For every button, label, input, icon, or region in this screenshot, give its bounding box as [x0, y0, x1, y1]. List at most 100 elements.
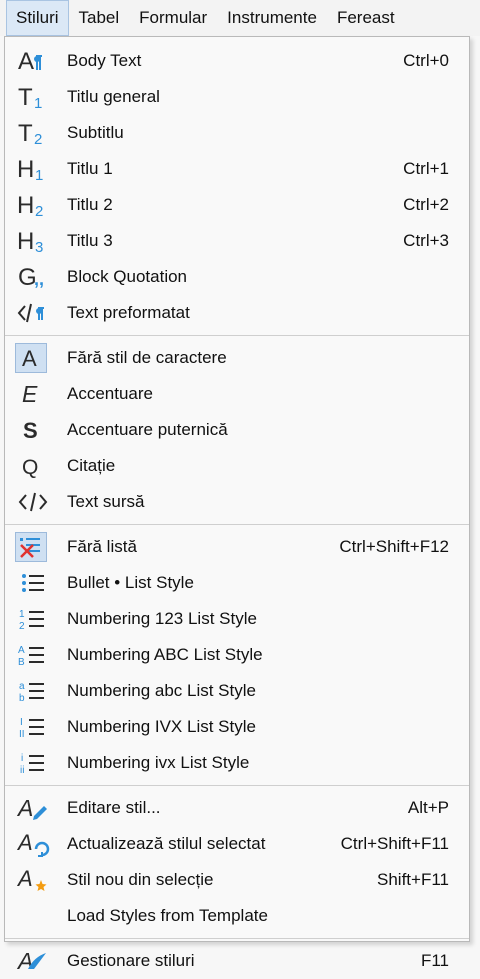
menu-tabel[interactable]: Tabel: [69, 0, 130, 36]
menu-fereastra-label: Fereast: [336, 8, 395, 27]
menu-item-label: Citație: [67, 456, 116, 475]
svg-text:T: T: [18, 84, 33, 111]
menu-item-label: Titlu general: [67, 87, 160, 106]
menu-item-text-preformatat[interactable]: Text preformatat: [5, 295, 469, 331]
svg-text:I: I: [20, 717, 23, 728]
source-text-icon: [13, 487, 53, 517]
svg-text:1: 1: [35, 167, 43, 183]
menu-item-label: Load Styles from Template: [67, 906, 268, 925]
menu-item-numbering-ivx-lower[interactable]: i ii Numbering ivx List Style: [5, 745, 469, 781]
svg-text:1: 1: [19, 609, 25, 620]
menu-item-label: Actualizează stilul selectat: [67, 834, 266, 853]
svg-text:A: A: [16, 948, 33, 974]
menu-formular[interactable]: Formular: [129, 0, 217, 36]
menu-item-accentuare-puternica[interactable]: S Accentuare puternică: [5, 412, 469, 448]
menu-item-label: Gestionare stiluri: [67, 951, 195, 970]
svg-text:H: H: [17, 228, 34, 255]
menu-item-block-quotation[interactable]: G,, Block Quotation: [5, 259, 469, 295]
svg-text:,,: ,,: [34, 269, 44, 289]
numbering-123-icon: 12: [13, 604, 53, 634]
update-style-icon: A: [13, 829, 53, 859]
menu-item-load-styles[interactable]: Load Styles from Template: [5, 898, 469, 934]
shortcut-text: Ctrl+3: [403, 231, 449, 250]
menu-item-bullet-list[interactable]: Bullet • List Style: [5, 565, 469, 601]
shortcut-text: Ctrl+Shift+F12: [339, 537, 449, 556]
menu-item-subtitlu[interactable]: T2 Subtitlu: [5, 115, 469, 151]
svg-text:A: A: [18, 48, 34, 75]
svg-text:A: A: [18, 645, 25, 656]
no-list-icon: [15, 532, 47, 562]
numbering-ivx-upper-icon: I II: [13, 712, 53, 742]
menu-stiluri-label: Stiluri: [16, 8, 59, 27]
menu-separator: [5, 785, 469, 786]
title-icon: T1: [13, 82, 53, 112]
styles-dropdown-menu: A Body Text Ctrl+0 T1 Titlu general T2 S…: [4, 36, 470, 974]
menu-item-numbering-abc-upper[interactable]: AB Numbering ABC List Style: [5, 637, 469, 673]
shortcut-text: Shift+F11: [377, 870, 449, 889]
menu-item-label: Block Quotation: [67, 267, 188, 286]
menu-item-citatie[interactable]: Q Citație: [5, 448, 469, 484]
menu-item-label: Stil nou din selecție: [67, 870, 214, 889]
menu-item-titlu-general[interactable]: T1 Titlu general: [5, 79, 469, 115]
menu-item-label: Accentuare puternică: [67, 420, 228, 439]
menu-item-numbering-ivx-upper[interactable]: I II Numbering IVX List Style: [5, 709, 469, 745]
edit-style-icon: A: [13, 793, 53, 823]
subtitle-icon: T2: [13, 118, 53, 148]
new-style-icon: A: [13, 865, 53, 895]
menu-separator: [5, 938, 469, 939]
menu-item-label: Fără stil de caractere: [67, 348, 227, 367]
menu-stiluri[interactable]: Stiluri: [6, 0, 69, 36]
menu-separator: [5, 335, 469, 336]
menu-item-fara-stil-caractere[interactable]: A Fără stil de caractere: [5, 340, 469, 376]
body-text-icon: A: [13, 46, 53, 76]
svg-text:H: H: [17, 156, 34, 183]
svg-text:2: 2: [19, 621, 25, 632]
menu-item-label: Numbering abc List Style: [67, 681, 256, 700]
menu-item-numbering-abc-lower[interactable]: ab Numbering abc List Style: [5, 673, 469, 709]
bullet-list-icon: [13, 568, 53, 598]
menu-item-text-sursa[interactable]: Text sursă: [5, 484, 469, 520]
svg-text:b: b: [19, 693, 25, 704]
svg-text:A: A: [22, 346, 37, 371]
svg-text:2: 2: [35, 203, 43, 219]
shortcut-text: Ctrl+1: [403, 159, 449, 178]
menu-item-label: Text sursă: [67, 492, 145, 511]
emphasis-icon: E: [13, 379, 53, 409]
svg-text:1: 1: [34, 95, 42, 111]
svg-text:T: T: [18, 120, 33, 147]
heading-1-icon: H1: [13, 154, 53, 184]
menu-item-label: Text preformatat: [67, 303, 190, 322]
menu-item-label: Titlu 1: [67, 159, 113, 178]
shortcut-text: Ctrl+0: [403, 51, 449, 70]
menu-item-titlu-1[interactable]: H1 Titlu 1 Ctrl+1: [5, 151, 469, 187]
menu-item-editare-stil[interactable]: A Editare stil... Alt+P: [5, 790, 469, 826]
menu-item-numbering-123[interactable]: 12 Numbering 123 List Style: [5, 601, 469, 637]
manage-styles-icon: A: [13, 946, 53, 976]
menu-item-accentuare[interactable]: E Accentuare: [5, 376, 469, 412]
menu-fereastra[interactable]: Fereast: [327, 0, 405, 36]
svg-text:2: 2: [34, 131, 42, 147]
menu-instrumente-label: Instrumente: [227, 8, 317, 27]
shortcut-text: Ctrl+2: [403, 195, 449, 214]
menu-item-label: Editare stil...: [67, 798, 161, 817]
menu-item-label: Numbering 123 List Style: [67, 609, 257, 628]
menu-item-stil-nou[interactable]: A Stil nou din selecție Shift+F11: [5, 862, 469, 898]
menu-item-body-text[interactable]: A Body Text Ctrl+0: [5, 43, 469, 79]
quotation-icon: Q: [13, 451, 53, 481]
heading-2-icon: H2: [13, 190, 53, 220]
menu-tabel-label: Tabel: [78, 8, 120, 27]
menu-item-fara-lista[interactable]: Fără listă Ctrl+Shift+F12: [5, 529, 469, 565]
menu-item-label: Body Text: [67, 51, 142, 70]
block-quotation-icon: G,,: [13, 262, 53, 292]
numbering-abc-upper-icon: AB: [13, 640, 53, 670]
svg-text:B: B: [18, 657, 25, 668]
menu-item-label: Subtitlu: [67, 123, 124, 142]
svg-text:3: 3: [35, 239, 43, 255]
menu-item-gestionare-stiluri[interactable]: A Gestionare stiluri F11: [5, 943, 469, 979]
menu-item-label: Numbering ivx List Style: [67, 753, 250, 772]
menu-item-titlu-3[interactable]: H3 Titlu 3 Ctrl+3: [5, 223, 469, 259]
menu-item-actualizeaza-stil[interactable]: A Actualizează stilul selectat Ctrl+Shif…: [5, 826, 469, 862]
menu-instrumente[interactable]: Instrumente: [217, 0, 327, 36]
heading-3-icon: H3: [13, 226, 53, 256]
menu-item-titlu-2[interactable]: H2 Titlu 2 Ctrl+2: [5, 187, 469, 223]
